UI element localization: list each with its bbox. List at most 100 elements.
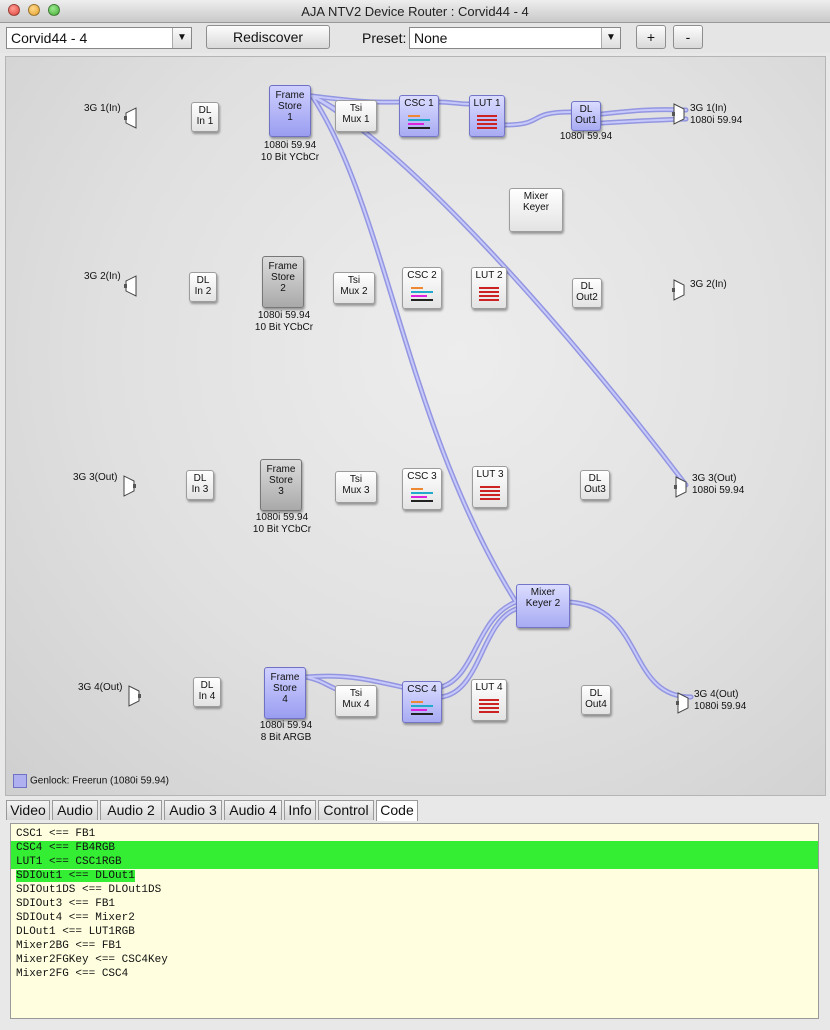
code-line: CSC1 <== FB1 bbox=[16, 828, 96, 840]
tsi-mux-4-node[interactable]: Tsi Mux 4 bbox=[335, 685, 377, 717]
frame-store-3-label: Frame Store 3 bbox=[266, 464, 296, 497]
lut-icon bbox=[480, 486, 500, 500]
sdi-output-connector-4[interactable] bbox=[676, 692, 690, 714]
csc-3-label: CSC 3 bbox=[407, 471, 437, 482]
chevron-down-icon[interactable]: ▼ bbox=[172, 28, 191, 48]
frame-store-3-node[interactable]: Frame Store 3 bbox=[260, 459, 302, 511]
dl-in-1-node[interactable]: DL In 1 bbox=[191, 102, 219, 132]
tab-audio-4[interactable]: Audio 4 bbox=[224, 800, 282, 820]
frame-store-3-format: 1080i 59.94 10 Bit YCbCr bbox=[252, 512, 312, 535]
tsi-mux-3-node[interactable]: Tsi Mux 3 bbox=[335, 471, 377, 503]
dl-out-3-node[interactable]: DL Out3 bbox=[580, 470, 610, 500]
color-bars-icon bbox=[411, 701, 433, 715]
sdi-output-label-4: 3G 4(Out) 1080i 59.94 bbox=[694, 689, 747, 712]
sdi-output-label-2: 3G 2(In) bbox=[690, 279, 727, 290]
lut-4-node[interactable]: LUT 4 bbox=[471, 679, 507, 721]
code-line-highlighted: LUT1 <== CSC1RGB bbox=[11, 855, 818, 869]
tab-control[interactable]: Control bbox=[318, 800, 374, 820]
frame-store-4-format: 1080i 59.94 8 Bit ARGB bbox=[259, 720, 313, 743]
preset-select[interactable]: None ▼ bbox=[409, 27, 621, 49]
dl-in-3-node[interactable]: DL In 3 bbox=[186, 470, 214, 500]
sdi-output-connector-1[interactable] bbox=[672, 103, 686, 125]
sdi-connector-2[interactable] bbox=[124, 275, 138, 297]
code-line: DLOut1 <== LUT1RGB bbox=[16, 926, 135, 938]
mixer-keyer-1-node[interactable]: Mixer Keyer bbox=[509, 188, 563, 232]
dl-out-1-node[interactable]: DL Out1 bbox=[571, 101, 601, 131]
chevron-down-icon[interactable]: ▼ bbox=[601, 28, 620, 48]
code-line: Mixer2FG <== CSC4 bbox=[16, 968, 129, 980]
frame-store-1-label: Frame Store 1 bbox=[275, 90, 305, 123]
tab-info[interactable]: Info bbox=[284, 800, 316, 820]
dl-in-4-label: DL In 4 bbox=[198, 680, 216, 702]
code-line-highlighted: CSC4 <== FB4RGB bbox=[11, 841, 818, 855]
title-bar: AJA NTV2 Device Router : Corvid44 - 4 bbox=[0, 0, 830, 23]
frame-store-4-label: Frame Store 4 bbox=[270, 672, 300, 705]
sdi-connector-3[interactable] bbox=[122, 475, 136, 497]
tsi-mux-2-node[interactable]: Tsi Mux 2 bbox=[333, 272, 375, 304]
dl-in-3-label: DL In 3 bbox=[191, 473, 209, 495]
tab-audio-3[interactable]: Audio 3 bbox=[164, 800, 222, 820]
sdi-output-connector-2[interactable] bbox=[672, 279, 686, 301]
code-line: Mixer2FGKey <== CSC4Key bbox=[16, 954, 168, 966]
device-select-value: Corvid44 - 4 bbox=[11, 30, 88, 46]
tsi-mux-1-node[interactable]: Tsi Mux 1 bbox=[335, 100, 377, 132]
frame-store-2-node[interactable]: Frame Store 2 bbox=[262, 256, 304, 308]
sdi-output-label-1: 3G 1(In) 1080i 59.94 bbox=[690, 103, 743, 126]
lut-3-node[interactable]: LUT 3 bbox=[472, 466, 508, 508]
tsi-mux-3-label: Tsi Mux 3 bbox=[342, 474, 370, 496]
code-line: SDIOut4 <== Mixer2 bbox=[16, 912, 135, 924]
genlock-label: Genlock: Freerun (1080i 59.94) bbox=[30, 775, 169, 787]
dl-in-2-label: DL In 2 bbox=[194, 275, 212, 297]
csc-1-node[interactable]: CSC 1 bbox=[399, 95, 439, 137]
sdi-label-3: 3G 3(Out) bbox=[73, 472, 118, 483]
device-select[interactable]: Corvid44 - 4 ▼ bbox=[6, 27, 192, 49]
preset-select-value: None bbox=[414, 30, 448, 46]
routing-canvas[interactable]: 3G 1(In) 3G 2(In) 3G 3(Out) 3G 4(Out) DL… bbox=[5, 56, 826, 796]
tab-code[interactable]: Code bbox=[376, 800, 418, 821]
frame-store-1-format: 1080i 59.94 10 Bit YCbCr bbox=[260, 140, 320, 163]
dl-in-2-node[interactable]: DL In 2 bbox=[189, 272, 217, 302]
lut-1-label: LUT 1 bbox=[473, 98, 501, 109]
tab-video[interactable]: Video bbox=[6, 800, 50, 820]
dl-in-4-node[interactable]: DL In 4 bbox=[193, 677, 221, 707]
sdi-output-connector-3[interactable] bbox=[674, 476, 688, 498]
frame-store-1-node[interactable]: Frame Store 1 bbox=[269, 85, 311, 137]
lut-1-node[interactable]: LUT 1 bbox=[469, 95, 505, 137]
window-title: AJA NTV2 Device Router : Corvid44 - 4 bbox=[301, 4, 529, 19]
remove-preset-button[interactable]: - bbox=[673, 25, 703, 49]
csc-1-label: CSC 1 bbox=[404, 98, 434, 109]
dl-out-4-node[interactable]: DL Out4 bbox=[581, 685, 611, 715]
csc-4-label: CSC 4 bbox=[407, 684, 437, 695]
lut-2-node[interactable]: LUT 2 bbox=[471, 267, 507, 309]
dl-out-1-label: DL Out1 bbox=[575, 104, 597, 126]
frame-store-2-format: 1080i 59.94 10 Bit YCbCr bbox=[254, 310, 314, 333]
tsi-mux-2-label: Tsi Mux 2 bbox=[340, 275, 368, 297]
dl-out-4-label: DL Out4 bbox=[585, 688, 607, 710]
code-pane[interactable]: CSC1 <== FB1 CSC4 <== FB4RGB LUT1 <== CS… bbox=[10, 823, 819, 1019]
frame-store-4-node[interactable]: Frame Store 4 bbox=[264, 667, 306, 719]
csc-4-node[interactable]: CSC 4 bbox=[402, 681, 442, 723]
rediscover-button[interactable]: Rediscover bbox=[206, 25, 330, 49]
tsi-mux-1-label: Tsi Mux 1 bbox=[342, 103, 370, 125]
mixer-keyer-2-node[interactable]: Mixer Keyer 2 bbox=[516, 584, 570, 628]
wire-mixer2-out4 bbox=[566, 599, 694, 700]
csc-2-node[interactable]: CSC 2 bbox=[402, 267, 442, 309]
dl-out-2-node[interactable]: DL Out2 bbox=[572, 278, 602, 308]
color-bars-icon bbox=[411, 287, 433, 301]
csc-2-label: CSC 2 bbox=[407, 270, 437, 281]
code-line-text: SDIOut1 <== DLOut1 bbox=[16, 870, 135, 882]
add-preset-button[interactable]: + bbox=[636, 25, 666, 49]
sdi-output-label-3: 3G 3(Out) 1080i 59.94 bbox=[692, 473, 745, 496]
code-line: SDIOut1DS <== DLOut1DS bbox=[16, 884, 162, 896]
sdi-connector-1[interactable] bbox=[124, 107, 138, 129]
tab-audio-2[interactable]: Audio 2 bbox=[100, 800, 162, 820]
tab-audio[interactable]: Audio bbox=[52, 800, 98, 820]
lut-icon bbox=[479, 699, 499, 713]
lut-icon bbox=[479, 287, 499, 301]
frame-store-2-label: Frame Store 2 bbox=[268, 261, 298, 294]
sdi-connector-4[interactable] bbox=[127, 685, 141, 707]
code-line: SDIOut3 <== FB1 bbox=[16, 898, 116, 910]
csc-3-node[interactable]: CSC 3 bbox=[402, 468, 442, 510]
lut-4-label: LUT 4 bbox=[475, 682, 503, 693]
lut-2-label: LUT 2 bbox=[475, 270, 503, 281]
